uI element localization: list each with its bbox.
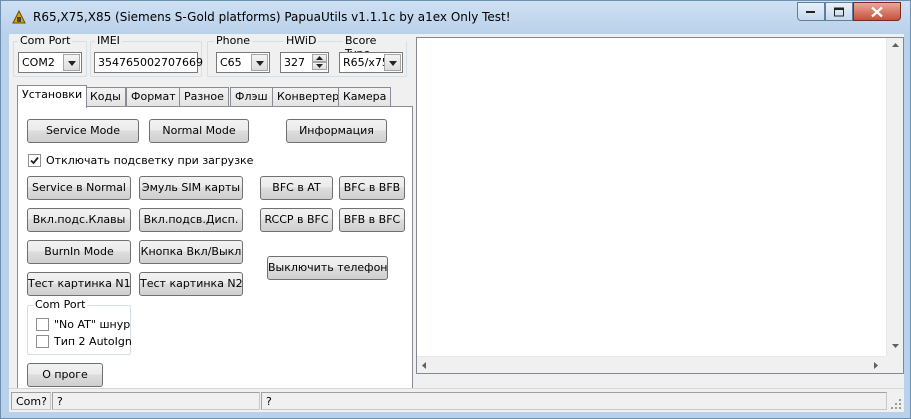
no-at-cable-checkbox[interactable] bbox=[36, 318, 49, 331]
com-port-options-group: Com Port "No AT" шнур Тип 2 AutoIgn bbox=[27, 298, 132, 355]
phone-label: Phone bbox=[214, 34, 253, 47]
info-button[interactable]: Информация bbox=[286, 119, 387, 143]
scroll-left-icon[interactable] bbox=[417, 357, 434, 374]
status-bar: Com? ? ? bbox=[9, 388, 904, 412]
power-button-button[interactable]: Кнопка Вкл/Выкл bbox=[139, 240, 243, 264]
minimize-icon bbox=[806, 10, 815, 13]
chevron-down-icon[interactable] bbox=[384, 54, 401, 71]
imei-value: 354765002707669 bbox=[98, 56, 203, 69]
hwid-spin[interactable] bbox=[312, 54, 327, 71]
test-pic-2-button[interactable]: Тест картинка N2 bbox=[139, 272, 243, 296]
service-mode-button[interactable]: Service Mode bbox=[27, 119, 139, 143]
about-button[interactable]: О проге bbox=[27, 363, 103, 387]
status-com: Com? bbox=[11, 392, 51, 410]
horizontal-scrollbar[interactable] bbox=[417, 356, 886, 373]
kbd-backlight-button[interactable]: Вкл.подс.Клавы bbox=[27, 208, 131, 232]
tab-settings[interactable]: Установки bbox=[17, 85, 88, 108]
imei-group: IMEI 354765002707669 bbox=[90, 34, 203, 77]
close-button[interactable] bbox=[853, 2, 901, 21]
imei-label: IMEI bbox=[95, 34, 122, 47]
hwid-label: HWiD bbox=[284, 34, 319, 47]
phone-value: C65 bbox=[220, 56, 242, 69]
spin-up-icon[interactable] bbox=[312, 54, 327, 62]
app-icon[interactable] bbox=[11, 9, 27, 25]
window-title: R65,X75,X85 (Siemens S-Gold platforms) P… bbox=[33, 10, 511, 24]
com-port-label: Com Port bbox=[18, 34, 73, 47]
normal-mode-button[interactable]: Normal Mode bbox=[149, 119, 249, 143]
test-pic-1-button[interactable]: Тест картинка N1 bbox=[27, 272, 131, 296]
disable-backlight-label: Отключать подсветку при загрузке bbox=[46, 154, 254, 167]
bfc-to-at-button[interactable]: BFC в AT bbox=[260, 176, 333, 200]
burnin-mode-button[interactable]: BurnIn Mode bbox=[27, 240, 131, 264]
bfc-to-bfb-button[interactable]: BFC в BFB bbox=[339, 176, 405, 200]
tab-misc[interactable]: Разное bbox=[179, 87, 229, 106]
title-bar[interactable]: R65,X75,X85 (Siemens S-Gold platforms) P… bbox=[1, 1, 910, 34]
status-field-2: ? bbox=[52, 392, 260, 410]
no-at-cable-label: "No AT" шнур bbox=[54, 318, 131, 331]
tab-flash[interactable]: Флэш bbox=[230, 87, 273, 106]
spin-down-icon[interactable] bbox=[312, 62, 327, 70]
status-field-3: ? bbox=[261, 392, 887, 410]
vertical-scrollbar[interactable] bbox=[886, 38, 903, 356]
tab-camera[interactable]: Камера bbox=[338, 87, 392, 106]
type2-autoign-label: Тип 2 AutoIgn bbox=[54, 335, 132, 348]
scroll-corner bbox=[886, 356, 903, 373]
chevron-down-icon[interactable] bbox=[251, 54, 268, 71]
scroll-up-icon[interactable] bbox=[887, 38, 904, 55]
tab-converter[interactable]: Конвертер bbox=[272, 87, 345, 106]
service-to-normal-button[interactable]: Service в Normal bbox=[27, 176, 131, 200]
disp-backlight-button[interactable]: Вкл.подсв.Дисп. bbox=[139, 208, 243, 232]
chevron-down-icon[interactable] bbox=[63, 54, 80, 71]
tab-codes[interactable]: Коды bbox=[85, 87, 126, 106]
power-off-button[interactable]: Выключить телефон bbox=[267, 256, 388, 280]
rccp-to-bfc-button[interactable]: RCCP в BFC bbox=[260, 208, 333, 232]
emul-sim-button[interactable]: Эмуль SIM карты bbox=[139, 176, 243, 200]
phone-info-group: Phone HWiD Bcore Type C65 327 R65/x75 bbox=[207, 34, 407, 77]
hwid-value: 327 bbox=[284, 56, 305, 69]
log-output[interactable] bbox=[416, 37, 904, 374]
checkmark-icon bbox=[30, 156, 39, 165]
hwid-stepper[interactable]: 327 bbox=[280, 52, 329, 73]
close-icon bbox=[871, 6, 883, 17]
client-area: Com Port COM2 IMEI 354765002707669 Phone… bbox=[9, 34, 904, 412]
tab-format[interactable]: Формат bbox=[126, 87, 181, 106]
maximize-icon bbox=[834, 7, 844, 16]
com-port-value: COM2 bbox=[22, 56, 55, 69]
scroll-right-icon[interactable] bbox=[869, 357, 886, 374]
bcore-value: R65/x75 bbox=[343, 56, 389, 69]
disable-backlight-checkbox[interactable] bbox=[28, 154, 41, 167]
com-port-options-label: Com Port bbox=[33, 298, 88, 311]
settings-panel: Service Mode Normal Mode Информация Откл… bbox=[17, 106, 413, 412]
app-window: R65,X75,X85 (Siemens S-Gold platforms) P… bbox=[0, 0, 911, 419]
com-port-select[interactable]: COM2 bbox=[18, 52, 82, 73]
resize-grip-icon[interactable] bbox=[890, 398, 902, 410]
imei-field[interactable]: 354765002707669 bbox=[94, 52, 203, 73]
phone-select[interactable]: C65 bbox=[216, 52, 270, 73]
bcore-select[interactable]: R65/x75 bbox=[339, 52, 403, 73]
scroll-down-icon[interactable] bbox=[887, 339, 904, 356]
com-port-group: Com Port COM2 bbox=[13, 34, 87, 77]
type2-autoign-checkbox[interactable] bbox=[36, 335, 49, 348]
bfb-to-bfc-button[interactable]: BFB в BFC bbox=[339, 208, 405, 232]
maximize-button[interactable] bbox=[825, 2, 853, 21]
minimize-button[interactable] bbox=[797, 2, 825, 21]
